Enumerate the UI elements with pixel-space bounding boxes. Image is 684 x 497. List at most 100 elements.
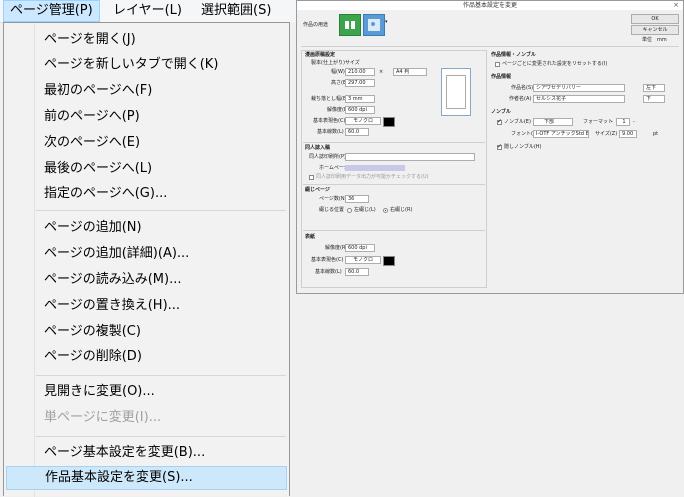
menu-page-management[interactable]: ページ管理(P) [3, 0, 100, 22]
work-title-position-select[interactable]: 左下 [643, 84, 665, 92]
format-label: フォーマット [583, 119, 614, 125]
cover-color-label: 基本表現色(C) [311, 257, 344, 263]
section-nombre: ノンブル [491, 109, 511, 115]
menu-item-to-single-page: 単ページに変更(I)... [44, 410, 162, 425]
work-title-input[interactable]: シアワセデリバリー [533, 84, 625, 92]
size-input[interactable]: 9.00 [619, 130, 637, 138]
bleed-select[interactable]: 3 mm [345, 95, 375, 103]
menu-bar: ページ管理(P) レイヤー(L) 選択範囲(S) [0, 0, 292, 23]
bind-left-radio[interactable] [347, 208, 352, 213]
section-work-info: 作品情報 [491, 74, 512, 80]
hidden-nombre-checkbox[interactable] [497, 143, 502, 150]
menu-item-duplicate-page[interactable]: ページの複製(C) [6, 320, 287, 344]
color-mode-label: 基本表現色(C) [313, 118, 346, 124]
purpose-label: 作品の用途 [303, 22, 329, 28]
menu-item-replace-page[interactable]: ページの置き換え(H)... [6, 294, 287, 318]
doujin-check-label: 同人誌印刷用データ出力が可能かチェックする(U) [316, 174, 429, 180]
divider [303, 142, 485, 143]
format-suffix: - [633, 119, 635, 125]
preset-select[interactable]: A4 判 [393, 68, 427, 76]
section-manga-settings: 漫画原稿設定 [305, 52, 336, 58]
section-cover: 表紙 [305, 234, 316, 240]
times-sign: × [379, 69, 384, 75]
size-label: 製本(仕上がり)サイズ [311, 60, 360, 66]
ok-button[interactable]: OK [631, 14, 679, 24]
menu-item-next-page[interactable]: 次のページへ(E) [6, 131, 287, 155]
homepage-link[interactable] [345, 165, 405, 171]
cover-color-select[interactable]: モノクロ [345, 256, 381, 264]
menu-item-last-page[interactable]: 最後のページへ(L) [6, 157, 287, 181]
bind-left-label: 左綴じ(L) [354, 207, 376, 213]
format-prefix: - [611, 119, 613, 125]
resolution-select[interactable]: 600 dpi [345, 106, 375, 114]
font-select[interactable]: I-OTF アンチックStd B [533, 130, 589, 138]
menu-selection[interactable]: 選択範囲(S) [195, 0, 277, 22]
section-info-nombre: 作品情報・ノンブル [491, 52, 536, 58]
page-count-input[interactable]: 36 [345, 195, 369, 203]
reset-settings-label: ページごとに変更された設定をリセットする(I) [502, 61, 608, 67]
comic-purpose-icon[interactable] [339, 14, 361, 36]
work-settings-dialog: 作品基本設定を変更 × 作品の用途 ▾ OK キャンセル 単位 mm 漫画原稿設… [296, 0, 684, 294]
divider [303, 184, 485, 185]
color-swatch[interactable] [383, 117, 395, 127]
hidden-nombre-label: 隠しノンブル(H) [504, 144, 542, 150]
cover-resolution-select[interactable]: 600 dpi [345, 244, 375, 252]
work-title-label: 作品名(S) [511, 85, 534, 91]
dialog-close-icon[interactable]: × [673, 1, 679, 10]
width-label: 幅(W) [331, 69, 345, 75]
menu-item-open-page-new-tab[interactable]: ページを新しいタブで開く(K) [6, 53, 287, 77]
dialog-title: 作品基本設定を変更 [297, 1, 683, 10]
menu-item-add-page[interactable]: ページの追加(N) [6, 216, 287, 240]
menu-item-import-page[interactable]: ページの読み込み(M)... [6, 268, 287, 292]
menu-item-add-page-detailed[interactable]: ページの追加(詳細)(A)... [6, 242, 287, 266]
menu-item-open-page[interactable]: ページを開く(J) [6, 28, 287, 52]
menu-separator [36, 375, 286, 376]
doujin-check-checkbox[interactable] [309, 175, 314, 180]
nombre-position-select[interactable]: 下部 [533, 118, 573, 126]
illustration-purpose-icon[interactable] [363, 14, 385, 36]
reset-settings-checkbox[interactable] [495, 62, 500, 67]
section-binding: 綴じページ [305, 187, 330, 193]
author-input[interactable]: セルシス花子 [533, 95, 625, 103]
size-unit: pt [653, 131, 659, 137]
unit-label: 単位 [642, 37, 653, 43]
menu-item-first-page[interactable]: 最初のページへ(F) [6, 79, 287, 103]
cover-color-swatch[interactable] [383, 256, 395, 266]
color-mode-select[interactable]: モノクロ [345, 117, 381, 125]
bind-right-radio[interactable] [383, 208, 388, 213]
cover-lpi-label: 基本線数(L) [315, 269, 342, 275]
format-number-input[interactable]: 1 [616, 118, 630, 126]
menu-item-delete-page[interactable]: ページの削除(D) [6, 345, 287, 369]
binding-position-label: 綴じる位置 [319, 207, 345, 213]
unit-value: mm [657, 37, 667, 43]
menu-separator [36, 210, 286, 211]
bind-right-label: 右綴じ(R) [390, 207, 413, 213]
cover-lpi-select[interactable]: 60.0 [345, 268, 369, 276]
width-input[interactable]: 210.00 [345, 68, 375, 76]
size-label: サイズ(Z) [595, 131, 618, 137]
page-count-label: ページ数(N) [319, 196, 347, 202]
menu-item-previous-page[interactable]: 前のページへ(P) [6, 105, 287, 129]
divider [303, 230, 485, 231]
page-management-menu: ページを開く(J) ページを新しいタブで開く(K) 最初のページへ(F) 前のペ… [3, 22, 290, 497]
menu-item-page-settings[interactable]: ページ基本設定を変更(B)... [6, 441, 287, 465]
author-label: 作者名(A) [509, 96, 532, 102]
purpose-dropdown-icon[interactable]: ▾ [385, 19, 388, 26]
menu-layer[interactable]: レイヤー(L) [107, 0, 188, 22]
bleed-label: 裁ち落とし幅(B) [311, 96, 349, 102]
nombre-checkbox[interactable] [497, 118, 502, 125]
page-preview [441, 68, 471, 116]
lpi-select[interactable]: 60.0 [345, 128, 369, 136]
author-position-select[interactable]: 下 [643, 95, 665, 103]
doujin-printer-select[interactable] [345, 153, 475, 161]
height-input[interactable]: 297.00 [345, 79, 375, 87]
menu-item-go-to-page[interactable]: 指定のページへ(G)... [6, 182, 287, 206]
lpi-label: 基本線数(L) [317, 129, 344, 135]
menu-item-work-settings[interactable]: 作品基本設定を変更(S)... [6, 466, 287, 490]
cancel-button[interactable]: キャンセル [631, 25, 679, 35]
divider [301, 46, 679, 47]
doujin-printer-label: 同人誌印刷所(P) [309, 154, 346, 160]
menu-item-to-spread[interactable]: 見開きに変更(O)... [6, 380, 287, 404]
section-doujin: 同人誌入稿 [305, 145, 331, 151]
menu-separator [36, 436, 286, 437]
